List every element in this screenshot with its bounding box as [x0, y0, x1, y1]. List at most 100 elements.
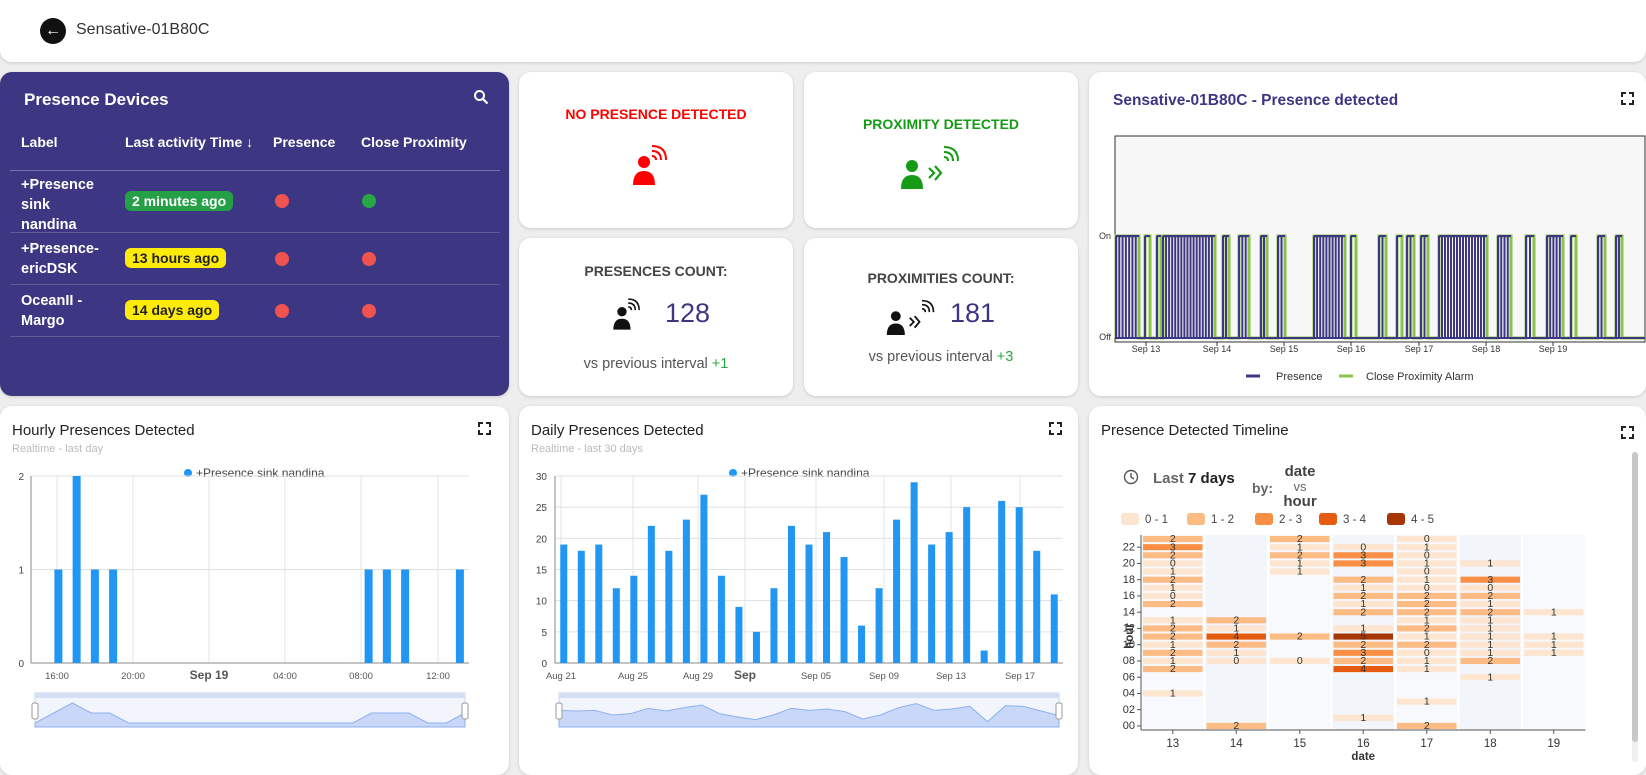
bar [90, 569, 99, 663]
row-label-line: nandina [21, 217, 77, 233]
row-label-line: +Presence- [21, 241, 99, 257]
y-tick-label: 10 [536, 597, 548, 608]
scrollbar-thumb[interactable] [1632, 452, 1638, 742]
x-tick-label: Sep [734, 668, 756, 682]
activity-badge: 14 days ago [125, 300, 220, 320]
row-label-line: sink [21, 197, 51, 213]
presence-status-dot [275, 252, 289, 266]
presence-status-card: NO PRESENCE DETECTED [519, 72, 793, 228]
y-tick-label: 02 [1123, 704, 1135, 716]
legend-label: 3 - 4 [1343, 514, 1367, 526]
cell-label: 3 [1360, 558, 1366, 570]
col-label-header[interactable]: Label [21, 134, 58, 150]
cell-label: 2 [1297, 631, 1303, 643]
y-tick-label: 0 [541, 659, 547, 670]
legend-label: 1 - 2 [1211, 514, 1234, 526]
y-tick-label: 06 [1123, 671, 1135, 683]
bar [647, 525, 655, 663]
y-tick-label: 16 [1123, 590, 1135, 602]
y-label-off: Off [1099, 332, 1111, 342]
bar [858, 625, 866, 663]
presence-status-dot [275, 304, 289, 318]
row-label: +Presence- ericDSK [21, 239, 99, 279]
col-last-activity-header[interactable]: Last activity Time ↓ [125, 134, 253, 150]
proximity-status-dot [362, 252, 376, 266]
x-tick-label: 15 [1293, 738, 1306, 750]
proximities-count-card: PROXIMITIES COUNT: 181 vs previous inter… [804, 238, 1078, 396]
y-tick-label: 20 [536, 534, 548, 545]
person-presence-icon [630, 142, 676, 193]
row-label-line: OceanII - [21, 293, 83, 309]
y-tick-label: 20 [1123, 558, 1135, 570]
legend-proximity-label: Close Proximity Alarm [1366, 371, 1474, 383]
back-arrow-icon[interactable]: ← [40, 18, 66, 44]
bar [700, 494, 708, 663]
heatmap-legend: 0 - 1 1 - 2 2 - 3 3 - 4 4 - 5 [1121, 513, 1434, 526]
devices-title: Presence Devices [24, 90, 169, 109]
cell-label: 1 [1360, 712, 1366, 724]
bar [72, 476, 81, 663]
x-tick-label: Sep 14 [1203, 344, 1232, 354]
y-tick-label: 15 [536, 566, 548, 577]
bar [1033, 550, 1041, 663]
cell-label: 2 [1487, 655, 1493, 667]
presence-status-dot [275, 194, 289, 208]
row-label-line: +Presence [21, 177, 94, 193]
heatmap-card: Presence Detected Timeline Last 7 days b… [1089, 406, 1646, 775]
scrollbar[interactable] [1632, 452, 1638, 762]
zoom-navigator-bar [559, 693, 1059, 698]
bar [109, 569, 118, 663]
compare-label: vs previous interval [583, 356, 708, 372]
x-tick-label: Sep 13 [936, 671, 966, 682]
cell-label: 2 [1360, 606, 1366, 618]
bar [577, 550, 585, 663]
y-tick-label: 5 [541, 628, 547, 639]
cell-label: 0 [1233, 655, 1239, 667]
y-tick-label: 30 [536, 472, 548, 483]
zoom-navigator-bar [35, 693, 465, 698]
proximity-status-text: PROXIMITY DETECTED [862, 116, 1020, 132]
proximities-count-title: PROXIMITIES COUNT: [867, 270, 1015, 286]
col-proximity-header[interactable]: Close Proximity [361, 134, 467, 150]
table-row[interactable]: OceanII - Margo 14 days ago [10, 285, 500, 337]
presences-count-title: PRESENCES COUNT: [584, 263, 728, 279]
bar [560, 544, 568, 663]
x-tick-label: 12:00 [426, 671, 450, 682]
bar [455, 569, 464, 663]
bar [735, 606, 743, 663]
bar [1050, 594, 1058, 663]
search-icon[interactable] [473, 89, 489, 110]
compare-delta: +1 [711, 356, 729, 372]
presence-timeline-chart-card: Sensative-01B80C - Presence detected On … [1089, 72, 1646, 396]
bar [752, 631, 760, 663]
bar [787, 525, 795, 663]
col-presence-header[interactable]: Presence [273, 134, 335, 150]
legend-swatch [1319, 513, 1337, 525]
bar [963, 507, 971, 663]
cell-label: 1 [1487, 558, 1493, 570]
bar [840, 557, 848, 663]
bar [630, 575, 638, 663]
y-tick-label: 04 [1123, 688, 1135, 700]
row-label-line: Margo [21, 313, 65, 329]
x-tick-label: 18 [1484, 738, 1497, 750]
compare-delta: +3 [996, 349, 1014, 365]
proximity-status-dot [362, 194, 376, 208]
legend-swatch [1255, 513, 1273, 525]
table-row[interactable]: +Presence- ericDSK 13 hours ago [10, 233, 500, 285]
legend-label: 2 - 3 [1279, 514, 1302, 526]
arrow-down-icon: ↓ [246, 134, 254, 150]
bar [770, 588, 778, 663]
col-last-activity-label: Last activity Time [125, 134, 243, 150]
x-tick-label: 16 [1357, 738, 1370, 750]
presences-count-value: 128 [665, 298, 711, 328]
hourly-presences-card: Hourly Presences Detected Realtime - las… [0, 406, 509, 775]
bar [928, 544, 936, 663]
proximity-status-card: PROXIMITY DETECTED [804, 72, 1078, 228]
y-tick-label: 2 [18, 472, 24, 483]
y-label-on: On [1099, 231, 1111, 241]
onoff-chart-svg: On Off Sep 13 Sep 14 Sep 15 Sep 16 Sep 17 Sep… [1099, 135, 1646, 383]
legend-swatch [1187, 513, 1205, 525]
bar [875, 588, 883, 663]
table-row[interactable]: +Presence sink nandina 2 minutes ago [10, 171, 500, 233]
